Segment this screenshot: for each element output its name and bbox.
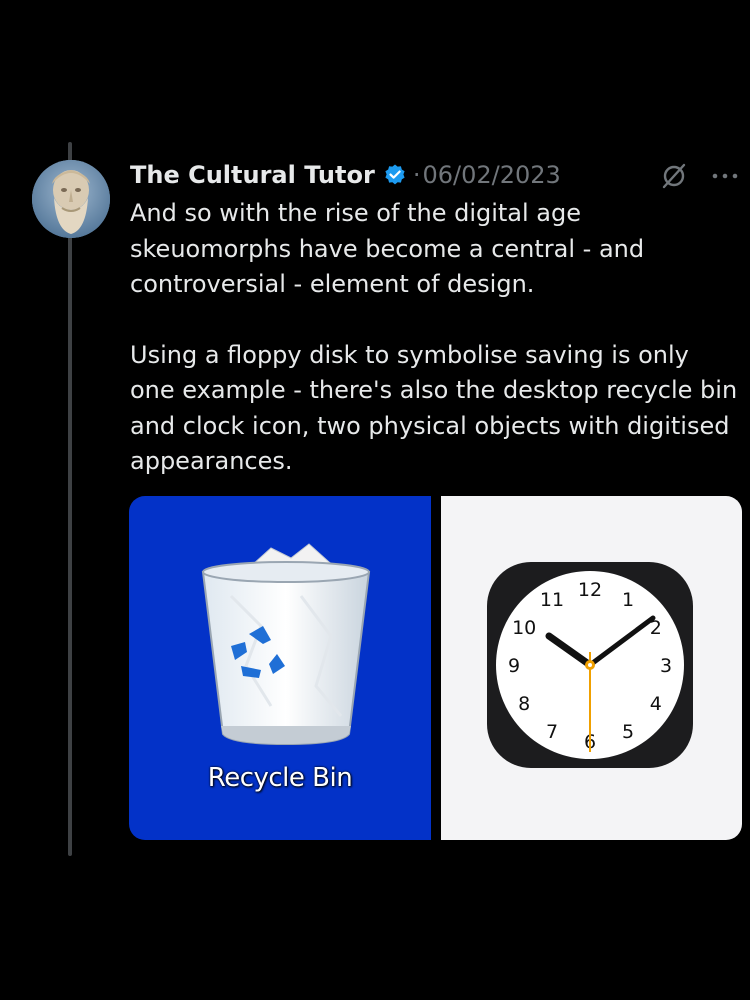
author-name[interactable]: The Cultural Tutor <box>130 161 375 189</box>
avatar[interactable] <box>32 160 110 238</box>
clock-numeral: 10 <box>512 617 536 639</box>
grok-icon[interactable] <box>660 162 688 190</box>
tweet-text: And so with the rise of the digital age … <box>130 196 740 480</box>
clock-numeral: 8 <box>518 693 530 715</box>
more-options-icon[interactable] <box>710 164 740 188</box>
media-recycle-bin-image[interactable]: Recycle Bin <box>129 496 431 840</box>
tweet-header: The Cultural Tutor · 06/02/2023 <box>130 158 561 192</box>
tweet-paragraph-2: Using a floppy disk to symbolise saving … <box>130 340 738 476</box>
recycle-bin-icon <box>201 543 371 746</box>
media-clock-image[interactable]: 121234567891011 <box>441 496 742 840</box>
clock-numeral: 3 <box>660 655 672 677</box>
clock-numeral: 11 <box>540 589 564 611</box>
clock-numeral: 12 <box>578 579 602 601</box>
tweet-media[interactable]: Recycle Bin 121234567891011 <box>129 496 742 840</box>
thread-line <box>68 142 72 856</box>
header-separator: · <box>412 161 421 189</box>
tweet-date[interactable]: 06/02/2023 <box>422 161 560 189</box>
tweet-paragraph-1: And so with the rise of the digital age … <box>130 199 645 298</box>
clock-numeral: 5 <box>622 721 634 743</box>
clock-numeral: 7 <box>546 721 558 743</box>
recycle-bin-label: Recycle Bin <box>207 763 353 793</box>
media-divider <box>431 496 441 840</box>
verified-badge-icon <box>383 163 407 187</box>
clock-icon: 121234567891011 <box>487 562 693 768</box>
clock-numeral: 1 <box>622 589 634 611</box>
clock-numeral: 4 <box>650 693 662 715</box>
clock-numeral: 9 <box>508 655 520 677</box>
